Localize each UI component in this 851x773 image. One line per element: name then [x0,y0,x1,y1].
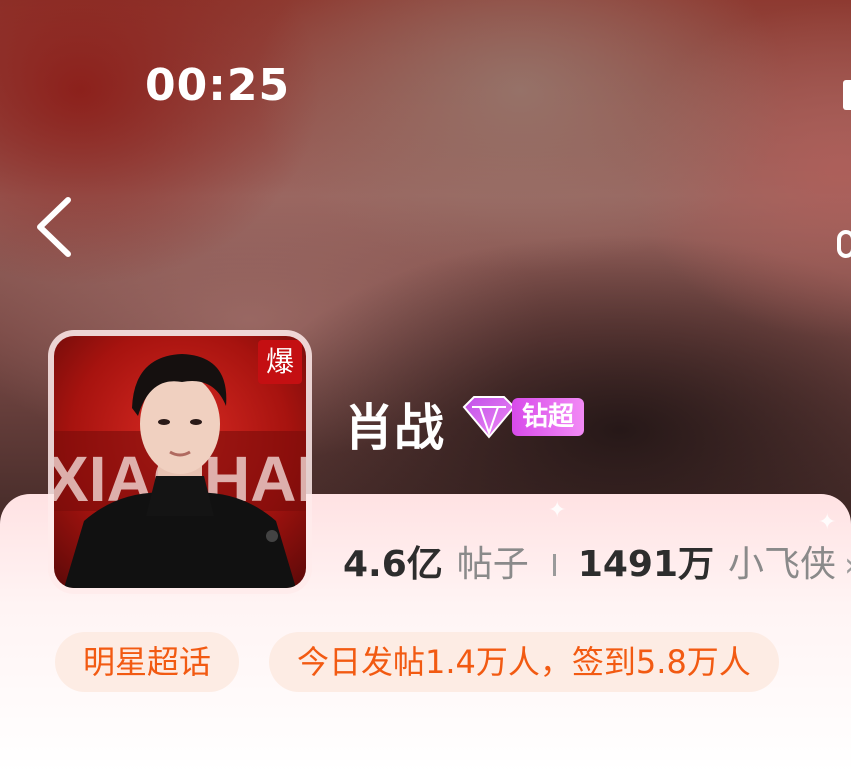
stat-divider [552,554,556,576]
fans-count: 1491 [577,544,679,585]
diamond-gem-icon [462,396,516,439]
chevron-right-icon[interactable]: › [844,545,851,585]
status-icon [843,80,851,110]
posts-label: 帖子 [456,544,529,585]
fans-label[interactable]: 小飞侠 [728,535,836,587]
chevron-left-icon [37,197,71,257]
topic-stats: 4.6 亿 帖子 1491 万 小飞侠 › [343,535,851,587]
fans-unit: 万 [678,544,715,585]
tag-row: 明星超话 今日发帖1.4万人，签到5.8万人 [55,632,779,692]
back-button[interactable] [30,192,86,262]
status-time: 00:25 [145,60,291,111]
activity-tag[interactable]: 今日发帖1.4万人，签到5.8万人 [269,632,779,692]
sparkle-icon: ✦ [548,498,567,523]
more-icon[interactable] [837,230,851,258]
topic-avatar[interactable]: XIAO HAN 爆 [48,330,312,594]
category-tag[interactable]: 明星超话 [55,632,240,692]
tier-badge[interactable]: 钻超 [458,395,585,439]
sparkle-icon: ✦ [818,510,837,535]
tier-label: 钻超 [512,398,585,436]
posts-unit: 亿 [406,544,443,585]
topic-name: 肖战 [344,399,444,457]
avatar-image: XIAO HAN 爆 [54,336,306,588]
posts-count: 4.6 [343,544,407,585]
topic-header-screen: 00:25 ✦ ✦ XIAO HAN 爆 [0,0,851,773]
hot-badge: 爆 [258,340,302,384]
